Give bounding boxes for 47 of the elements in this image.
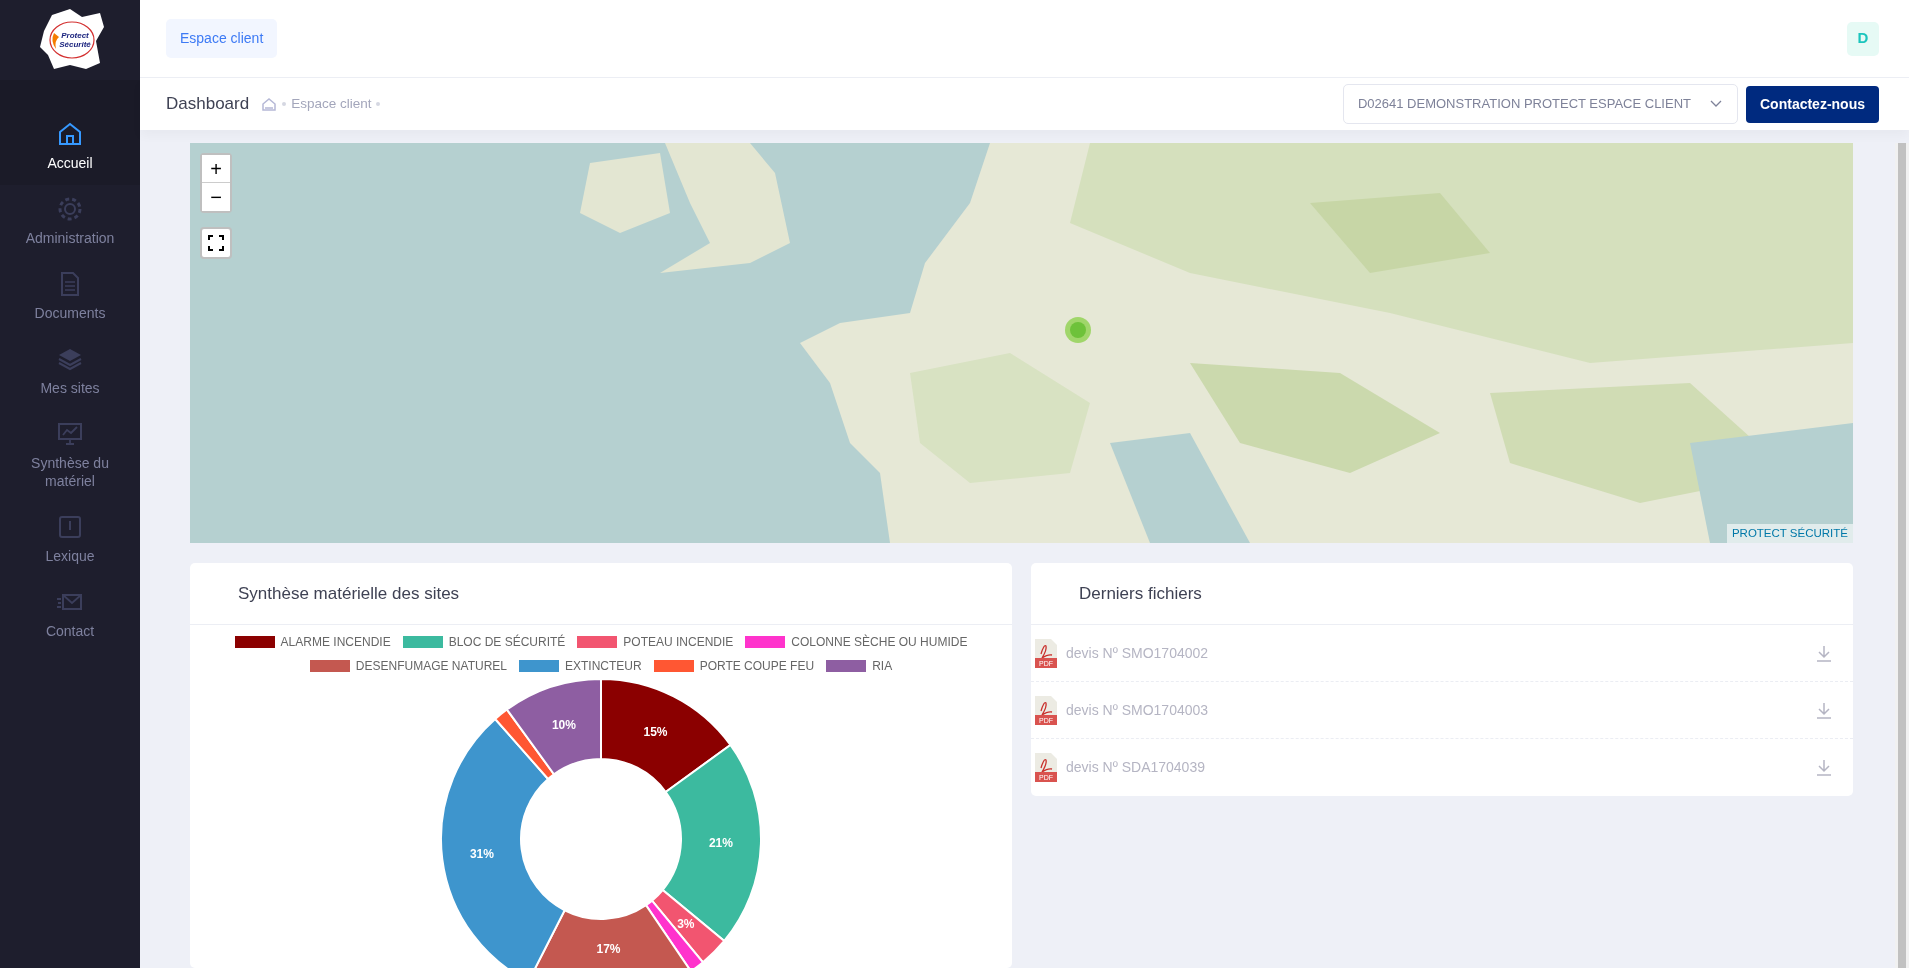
legend-swatch (519, 660, 559, 672)
data-label: 15% (643, 725, 668, 740)
legend-swatch (234, 636, 275, 648)
home-icon (261, 96, 278, 112)
legend-label: BLOC DE SÉCURITÉ (448, 633, 566, 651)
sidebar-item[interactable]: Accueil (0, 110, 140, 185)
download-icon (1815, 644, 1833, 663)
card-title: Synthèse matérielle des sites (238, 582, 460, 605)
legend-swatch (826, 660, 867, 672)
fullscreen-icon (208, 235, 224, 251)
download-icon (1815, 701, 1833, 720)
home-icon (56, 120, 84, 148)
card-title: Derniers fichiers (1079, 582, 1202, 605)
zoom-in-button[interactable]: + (202, 155, 230, 183)
fullscreen-button[interactable] (200, 227, 232, 259)
sidebar-item[interactable]: Synthèse du matériel (0, 409, 140, 504)
legend-swatch (402, 636, 443, 648)
sidebar-item[interactable]: Administration (0, 184, 140, 260)
sidebar-item[interactable]: Mes sites (0, 334, 140, 410)
data-label: 31% (469, 847, 494, 862)
breadcrumb-link[interactable]: Espace client (291, 93, 372, 115)
legend-label: DESENFUMAGE NATUREL (355, 658, 507, 675)
legend-swatch (653, 660, 694, 672)
data-label: 17% (596, 941, 621, 956)
download-icon (1815, 759, 1833, 778)
legend-label: POTEAU INCENDIE (623, 634, 734, 651)
scrollbar[interactable] (1895, 143, 1909, 968)
legend-swatch (745, 636, 786, 648)
contact-button[interactable]: Contactez-nous (1746, 85, 1879, 123)
marker-icon (1064, 316, 1092, 344)
map-attribution[interactable]: PROTECT SÉCURITÉ (1726, 523, 1853, 543)
account-select[interactable]: D02641 DEMONSTRATION PROTECT ESPACE CLIENT (1342, 84, 1738, 124)
legend-label: COLONNE SÈCHE OU HUMIDE (791, 633, 968, 651)
sidebar-item[interactable]: Documents (0, 259, 140, 335)
legend-label: EXTINCTEUR (565, 658, 642, 675)
legend-label: ALARME INCENDIE (280, 634, 391, 651)
sidebar-item[interactable]: Contact (0, 578, 140, 654)
data-label: 3% (677, 916, 695, 931)
header-tab[interactable]: Espace client (166, 19, 278, 58)
legend-label: PORTE COUPE FEU (699, 658, 815, 675)
legend-label: RIA (872, 658, 893, 675)
data-label: 10% (551, 717, 576, 732)
sidebar-item[interactable]: Lexique (0, 503, 140, 579)
page-title: Dashboard (166, 93, 250, 116)
data-label: 21% (708, 835, 733, 850)
legend-swatch (309, 660, 350, 672)
legend-swatch (577, 636, 618, 648)
